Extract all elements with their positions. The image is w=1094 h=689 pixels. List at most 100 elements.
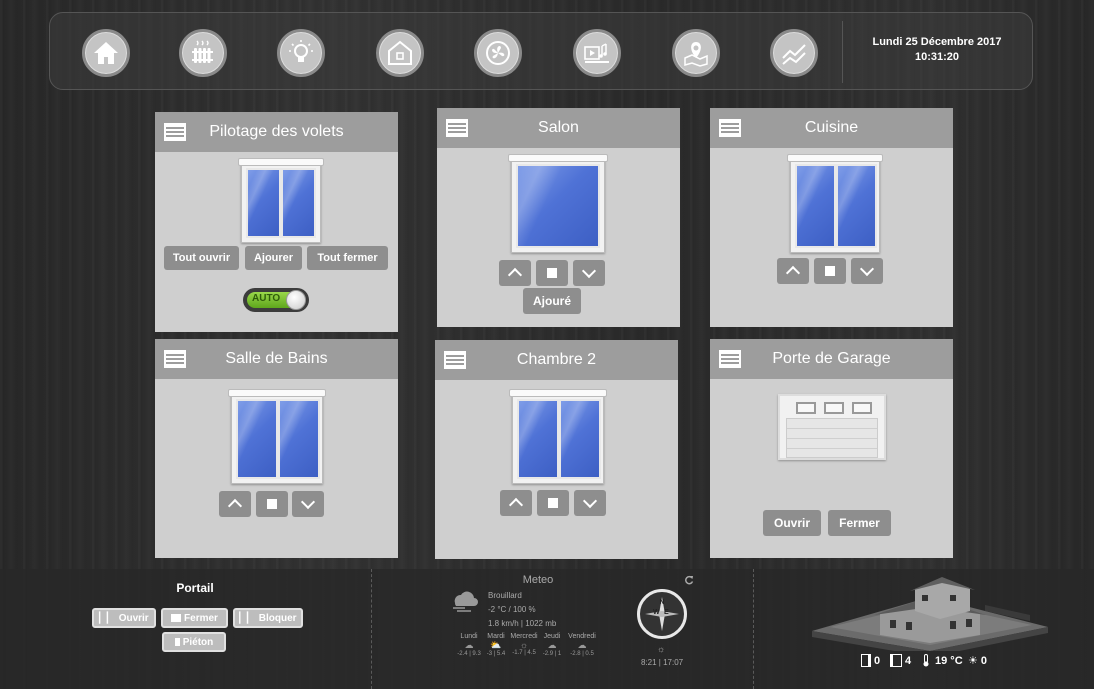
cloud-rain-icon: ☁: [464, 640, 474, 650]
stop-icon: [548, 498, 558, 508]
chevron-down-icon: [859, 261, 875, 277]
map-pin-icon: [684, 42, 708, 67]
portail-open-button[interactable]: ▏▏ Ouvrir: [92, 608, 156, 628]
shutter-up-button[interactable]: [500, 490, 532, 516]
chevron-up-icon: [785, 265, 801, 281]
window-status: 4: [890, 654, 911, 667]
chevron-up-icon: [508, 497, 524, 513]
lights-nav-button[interactable]: [277, 29, 325, 77]
shutter-stop-button[interactable]: [814, 258, 846, 284]
sun-cloud-icon: ⛅: [490, 640, 502, 650]
map-nav-button[interactable]: [672, 29, 720, 77]
shutter-up-button[interactable]: [499, 260, 531, 286]
shutter-stop-button[interactable]: [536, 260, 568, 286]
portail-title: Portail: [176, 581, 214, 595]
window-icon: [890, 654, 902, 667]
card-title: Salon: [538, 119, 579, 136]
card-salle-de-bains: Salle de Bains: [155, 339, 398, 558]
sunrise-sunset: 8:21 | 17:07: [641, 658, 684, 667]
door-status: 0: [861, 654, 880, 667]
window-illustration: [228, 389, 326, 484]
open-all-button[interactable]: Tout ouvrir: [164, 246, 239, 270]
forecast-day: Jeudi ☁ -2.9 | 1: [540, 633, 564, 657]
chevron-down-icon: [581, 263, 597, 279]
lights-status: ☀ 0: [968, 654, 987, 668]
fog-cloud-icon: [453, 591, 478, 612]
wind-compass: N W E: [637, 589, 687, 639]
gate-block-icon: ▏▏: [239, 612, 255, 624]
shutter-down-button[interactable]: [851, 258, 883, 284]
stop-icon: [267, 499, 277, 509]
close-all-button[interactable]: Tout fermer: [307, 246, 388, 270]
media-nav-button[interactable]: [573, 29, 621, 77]
garage-door-illustration: [778, 394, 886, 460]
weather-wind-pressure: 1.8 km/h | 1022 mb: [488, 619, 557, 628]
card-header: Salon: [437, 108, 680, 148]
sun-icon: ☼: [519, 640, 529, 650]
window-illustration: [508, 154, 608, 253]
auto-toggle[interactable]: AUTO: [243, 288, 309, 312]
ventilation-nav-button[interactable]: [474, 29, 522, 77]
window-illustration: [238, 158, 324, 243]
auto-label: AUTO: [252, 293, 281, 304]
forecast-day: Lundi ☁ -2.4 | 9.3: [455, 633, 483, 657]
stop-icon: [825, 266, 835, 276]
gate-closed-icon: [171, 614, 182, 622]
card-title: Porte de Garage: [772, 350, 891, 367]
home-nav-button[interactable]: [82, 29, 130, 77]
shutter-up-button[interactable]: [777, 258, 809, 284]
bottom-status-bar: Portail ▏▏ Ouvrir Fermer ▏▏ Bloquer Piéton…: [0, 569, 1094, 689]
lightbulb-icon: [289, 40, 313, 62]
home-shield-icon: [388, 40, 412, 65]
heating-nav-button[interactable]: [179, 29, 227, 77]
garage-open-button[interactable]: Ouvrir: [763, 510, 821, 536]
card-shutter-control: Pilotage des volets Tout ouvrir Ajourer …: [155, 112, 398, 332]
cloud-rain-icon: ☁: [547, 640, 557, 650]
current-date: Lundi 25 Décembre 2017: [872, 36, 1002, 48]
shutter-stop-button[interactable]: [537, 490, 569, 516]
shutter-down-button[interactable]: [573, 260, 605, 286]
datetime-display: Lundi 25 Décembre 2017 10:31:20: [852, 35, 1022, 65]
card-title: Cuisine: [804, 119, 859, 136]
house-icon: [94, 42, 118, 64]
light-sun-icon: ☀: [968, 655, 978, 667]
forecast-day: Mardi ⛅ -3 | 5.4: [482, 633, 510, 657]
shutter-down-button[interactable]: [574, 490, 606, 516]
thermometer-icon: [923, 654, 929, 667]
card-title: Chambre 2: [516, 351, 597, 368]
house-illustration: [812, 577, 1048, 651]
card-chambre-2: Chambre 2: [435, 340, 678, 559]
chevron-up-icon: [227, 498, 243, 514]
window-illustration: [787, 154, 883, 253]
shutter-state-button[interactable]: Ajouré: [523, 288, 581, 314]
portail-pedestrian-button[interactable]: Piéton: [162, 632, 226, 652]
graphs-nav-button[interactable]: [770, 29, 818, 77]
shutter-stop-button[interactable]: [256, 491, 288, 517]
shutter-down-button[interactable]: [292, 491, 324, 517]
window-illustration: [509, 389, 607, 484]
garage-close-button[interactable]: Fermer: [828, 510, 891, 536]
refresh-icon[interactable]: [684, 575, 694, 585]
radiator-icon: [192, 40, 213, 63]
portail-block-button[interactable]: ▏▏ Bloquer: [233, 608, 303, 628]
sun-icon: ☼: [657, 644, 666, 654]
door-icon: [861, 654, 871, 667]
top-navbar: Lundi 25 Décembre 2017 10:31:20: [49, 12, 1033, 90]
shutter-up-button[interactable]: [219, 491, 251, 517]
forecast-day: Vendredi ☁ -2.8 | 0.5: [565, 633, 599, 657]
card-header: Cuisine: [710, 108, 953, 148]
security-nav-button[interactable]: [376, 29, 424, 77]
weather-temp-humidity: -2 °C / 100 %: [488, 605, 536, 614]
weather-condition: Brouillard: [488, 591, 522, 600]
toggle-knob: [286, 290, 306, 310]
card-title: Salle de Bains: [225, 350, 328, 367]
chevron-up-icon: [507, 267, 523, 283]
ajourer-button[interactable]: Ajourer: [245, 246, 302, 270]
card-garage-door: Porte de Garage Ouvrir Fermer: [710, 339, 953, 558]
portail-close-button[interactable]: Fermer: [161, 608, 228, 628]
card-cuisine: Cuisine: [710, 108, 953, 327]
card-header: Chambre 2: [435, 340, 678, 380]
temperature-status: 19 °C: [921, 654, 963, 667]
stop-icon: [547, 268, 557, 278]
nav-divider: [842, 21, 843, 83]
